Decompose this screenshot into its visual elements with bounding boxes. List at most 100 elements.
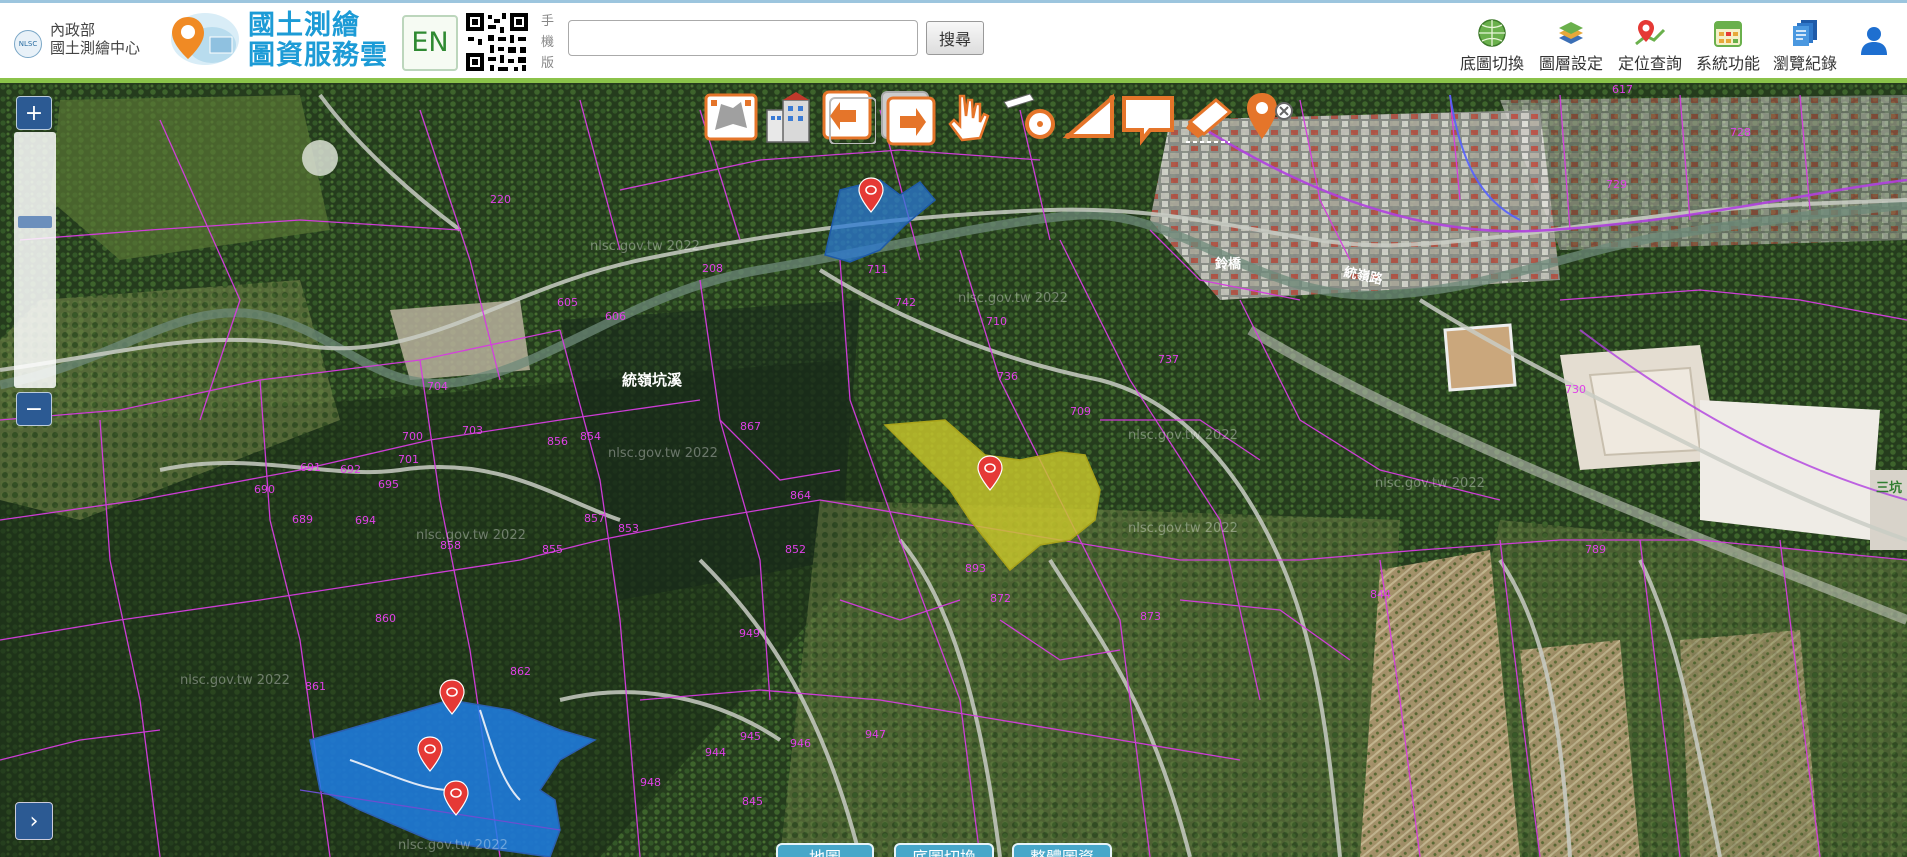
nav-label-basemap: 底圖切換	[1460, 54, 1525, 73]
history-icon	[1793, 20, 1817, 46]
zoom-slider-track[interactable]	[14, 132, 56, 388]
pan-hand-icon[interactable]	[940, 90, 996, 146]
brand-line2: 圖資服務雲	[248, 40, 388, 71]
user-account-button[interactable]	[1858, 25, 1890, 55]
draw-rectangle-icon[interactable]	[1120, 90, 1176, 146]
side-label: 三坑	[1876, 481, 1903, 496]
bridge-label: 鈴橋	[1215, 257, 1242, 272]
moi-logo-icon: NLSC	[14, 30, 42, 58]
brand-title: 國土測繪 圖資服務雲	[248, 11, 388, 71]
parcel-number: 852	[785, 543, 806, 556]
satellite-map-canvas[interactable]: 220 208 605 606 704 700 703 701 695 691 …	[0, 83, 1907, 857]
map-watermark: nlsc.gov.tw 2022	[590, 239, 700, 254]
parcel-number: 946	[790, 737, 811, 750]
zoom-slider-thumb[interactable]	[18, 216, 52, 228]
mobile-version-link[interactable]: 手機版	[541, 11, 555, 74]
previous-view-icon[interactable]	[820, 88, 876, 144]
map-watermark: nlsc.gov.tw 2022	[1128, 428, 1238, 443]
parcel-number: 944	[705, 746, 726, 759]
locate-icon	[1635, 20, 1666, 46]
parcel-number: 742	[895, 296, 916, 309]
parcel-number: 700	[402, 430, 423, 443]
parcel-number: 711	[867, 263, 888, 276]
map-watermark: nlsc.gov.tw 2022	[958, 291, 1068, 306]
parcel-number: 208	[702, 262, 723, 275]
next-view-icon[interactable]	[880, 90, 936, 146]
clear-pin-icon[interactable]	[1240, 89, 1296, 145]
parcel-number: 854	[580, 430, 601, 443]
map-watermark: nlsc.gov.tw 2022	[180, 673, 290, 688]
parcel-number: 730	[1565, 383, 1586, 396]
nav-label-system: 系統功能	[1696, 54, 1761, 73]
parcel-number: 864	[790, 489, 811, 502]
map-watermark: nlsc.gov.tw 2022	[1128, 521, 1238, 536]
parcel-number: 872	[990, 592, 1011, 605]
cloud-logo-icon	[171, 13, 239, 65]
building-icon[interactable]	[761, 90, 817, 146]
parcel-number: 690	[254, 483, 275, 496]
parcel-number: 948	[640, 776, 661, 789]
map-view[interactable]: 220 208 605 606 704 700 703 701 695 691 …	[0, 83, 1907, 857]
top-header: NLSC 內政部 國土測繪中心 國土測繪 圖資服務雲 EN 手機版 搜尋 底圖切…	[0, 0, 1907, 78]
parcel-number: 861	[305, 680, 326, 693]
parcel-number: 873	[1140, 610, 1161, 623]
nav-label-locate: 定位查詢	[1618, 54, 1683, 73]
parcel-number: 701	[398, 453, 419, 466]
search-input[interactable]	[568, 20, 918, 56]
parcel-number: 606	[605, 310, 626, 323]
map-watermark: nlsc.gov.tw 2022	[416, 528, 526, 543]
full-extent-icon[interactable]	[703, 90, 759, 146]
user-icon	[1861, 27, 1887, 55]
system-functions-button[interactable]: 系統功能	[1696, 18, 1760, 74]
map-watermark: nlsc.gov.tw 2022	[608, 446, 718, 461]
parcel-number: 845	[742, 795, 763, 808]
parcel-number: 220	[490, 193, 511, 206]
measure-area-icon[interactable]	[1000, 90, 1056, 146]
parcel-number: 856	[547, 435, 568, 448]
calendar-grid-icon	[1714, 21, 1742, 47]
map-watermark: nlsc.gov.tw 2022	[1375, 476, 1485, 491]
parcel-number: 691	[300, 461, 321, 474]
parcel-number: 605	[557, 296, 578, 309]
browse-history-button[interactable]: 瀏覽紀錄	[1773, 18, 1837, 74]
parcel-number: 694	[355, 514, 376, 527]
parcel-number: 709	[1070, 405, 1091, 418]
zoom-control: + −	[14, 96, 56, 426]
layer-settings-button[interactable]: 圖層設定	[1539, 18, 1603, 74]
parcel-number: 710	[986, 315, 1007, 328]
tab-basemap-switch[interactable]: 底圖切換	[894, 843, 994, 857]
tab-map[interactable]: 地圖	[776, 843, 874, 857]
parcel-number: 945	[740, 730, 761, 743]
basemap-switch-button[interactable]: 底圖切換	[1460, 18, 1524, 74]
parcel-number: 844	[1370, 588, 1391, 601]
measure-angle-icon[interactable]	[1062, 90, 1118, 146]
english-button[interactable]: EN	[402, 15, 458, 71]
search-button[interactable]: 搜尋	[926, 21, 984, 55]
parcel-number: 789	[1585, 543, 1606, 556]
parcel-number: 704	[427, 380, 448, 393]
org-line-center: 國土測繪中心	[50, 39, 141, 57]
zoom-in-button[interactable]: +	[16, 96, 52, 130]
nav-label-layers: 圖層設定	[1539, 54, 1604, 73]
parcel-number: 893	[965, 562, 986, 575]
expand-panel-button[interactable]: ›	[15, 802, 53, 840]
parcel-number: 853	[618, 522, 639, 535]
nav-label-history: 瀏覽紀錄	[1773, 54, 1838, 73]
parcel-number: 692	[340, 463, 361, 476]
map-watermark: nlsc.gov.tw 2022	[398, 838, 508, 853]
parcel-number: 617	[1612, 83, 1633, 96]
tab-overall-data[interactable]: 整體圖資	[1012, 843, 1112, 857]
qr-code-icon	[464, 11, 530, 73]
zoom-out-button[interactable]: −	[16, 392, 52, 426]
parcel-number: 855	[542, 543, 563, 556]
parcel-number: 737	[1158, 353, 1179, 366]
eraser-icon[interactable]	[1180, 90, 1236, 146]
parcel-number: 703	[462, 424, 483, 437]
creek-label: 統嶺坑溪	[622, 371, 683, 389]
parcel-number: 867	[740, 420, 761, 433]
locate-query-button[interactable]: 定位查詢	[1618, 18, 1682, 74]
org-name: 內政部 國土測繪中心	[50, 21, 140, 57]
parcel-number: 949	[739, 627, 760, 640]
brand-line1: 國土測繪	[248, 10, 360, 41]
parcel-number: 736	[997, 370, 1018, 383]
